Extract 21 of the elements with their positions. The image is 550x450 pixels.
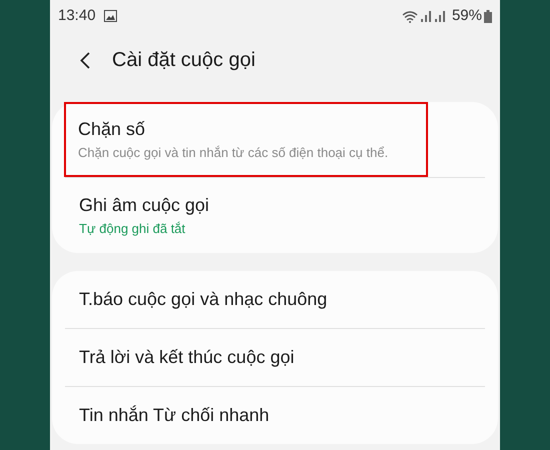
battery-percent: 59%	[452, 6, 482, 26]
item-title: Tin nhắn Từ chối nhanh	[79, 404, 270, 427]
back-icon[interactable]	[80, 52, 90, 68]
setting-item[interactable]: Chặn số Chặn cuộc gọi và tin nhắn từ các số điện thoại cụ thể.	[64, 102, 428, 177]
item-subtitle: Chặn cuộc gọi và tin nhắn từ các số điện thoại cụ thể.	[78, 144, 390, 162]
battery-icon	[484, 10, 492, 22]
image-icon	[104, 10, 117, 22]
item-title: T.báo cuộc gọi và nhạc chuông	[79, 288, 328, 311]
item-subtitle: Tự động ghi đã tắt	[79, 220, 186, 238]
status-time: 13:40	[58, 6, 96, 26]
item-title: Chặn số	[78, 118, 146, 142]
setting-item[interactable]: Trả lời và kết thúc cuộc gọi	[65, 329, 485, 386]
page-title: Cài đặt cuộc gọi	[112, 48, 256, 73]
setting-item[interactable]: Ghi âm cuộc gọi Tự động ghi đã tắt	[65, 178, 485, 253]
signal-icon	[434, 10, 448, 22]
item-title: Ghi âm cuộc gọi	[79, 194, 210, 218]
signal-icon	[420, 10, 434, 22]
item-title: Trả lời và kết thúc cuộc gọi	[79, 346, 296, 369]
wifi-icon	[402, 10, 418, 22]
setting-item[interactable]: T.báo cuộc gọi và nhạc chuông	[65, 271, 485, 328]
setting-item[interactable]: Tin nhắn Từ chối nhanh	[65, 387, 485, 444]
